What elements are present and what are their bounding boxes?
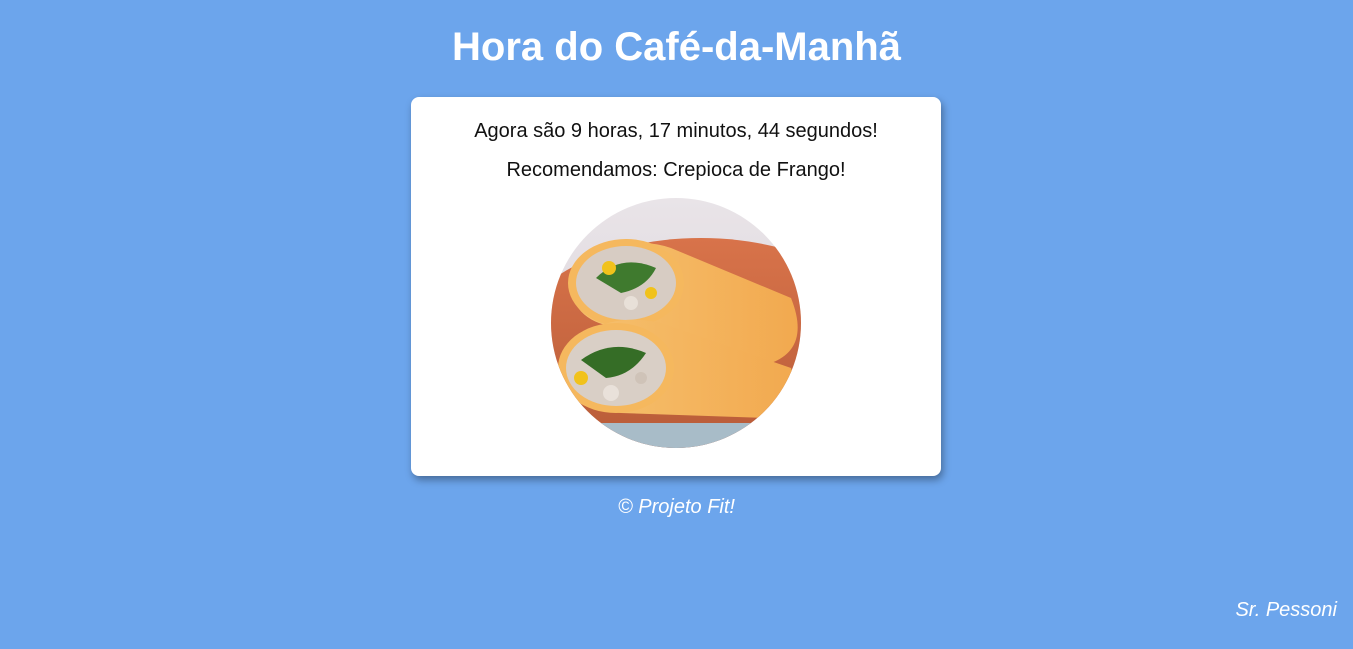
recommendation-card: Agora são 9 horas, 17 minutos, 44 segund… — [411, 97, 941, 476]
recommendation-text: Recomendamos: Crepioca de Frango! — [506, 159, 846, 181]
crepioca-illustration — [551, 198, 801, 448]
food-image — [551, 198, 801, 448]
footer-copyright: © Projeto Fit! — [618, 496, 735, 518]
author-signature: Sr. Pessoni — [1235, 599, 1337, 621]
current-time-text: Agora são 9 horas, 17 minutos, 44 segund… — [474, 120, 878, 142]
page-title: Hora do Café-da-Manhã — [452, 25, 901, 69]
